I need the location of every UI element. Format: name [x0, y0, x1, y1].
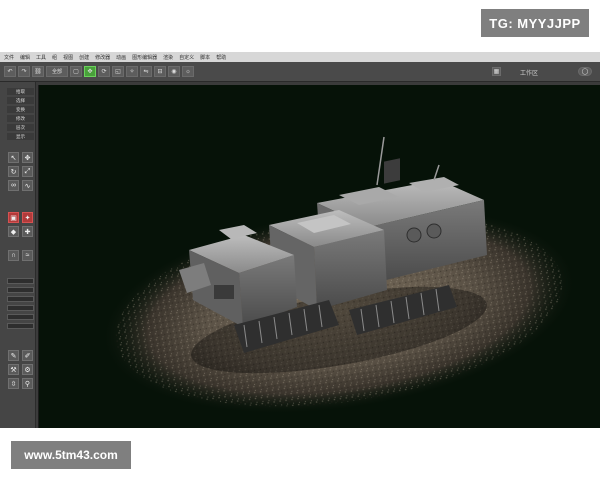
render-icon[interactable]: ☼ — [182, 66, 194, 77]
menu-item-tools[interactable]: 工具 — [36, 54, 46, 61]
perspective-viewport[interactable] — [38, 85, 600, 428]
param-field[interactable] — [7, 287, 34, 293]
panel-label-display[interactable]: 显示 — [7, 133, 34, 140]
param-field[interactable] — [7, 314, 34, 320]
viewport-layout-icon[interactable]: ▦ — [492, 67, 501, 76]
account-icon[interactable]: ◯ — [578, 67, 592, 76]
menu-item-rendering[interactable]: 渲染 — [163, 54, 173, 61]
modeling-app-window: 文件 编辑 工具 组 视图 创建 修改器 动画 图形编辑器 渲染 自定义 脚本 … — [0, 52, 600, 428]
camera-icon[interactable]: ▣ — [8, 212, 19, 223]
select-icon[interactable]: ↖ — [8, 152, 19, 163]
curve-icon[interactable]: ∿ — [22, 180, 33, 191]
scale-icon[interactable]: ◱ — [112, 66, 124, 77]
scale-icon[interactable]: ⤢ — [22, 166, 33, 177]
watermark-site: www.5tm43.com — [11, 441, 131, 469]
rotate-icon[interactable]: ⟳ — [98, 66, 110, 77]
helper-icon[interactable]: ✚ — [22, 226, 33, 237]
menu-bar: 文件 编辑 工具 组 视图 创建 修改器 动画 图形编辑器 渲染 自定义 脚本 … — [0, 52, 600, 62]
tank-model-render — [100, 136, 578, 415]
param-field[interactable] — [7, 296, 34, 302]
space-warp-icon[interactable]: ≈ — [22, 250, 33, 261]
param-field[interactable] — [7, 278, 34, 284]
link-icon[interactable]: ∞ — [8, 180, 19, 191]
paint-icon[interactable]: ✐ — [22, 350, 33, 361]
menu-item-create[interactable]: 创建 — [79, 54, 89, 61]
undo-icon[interactable]: ↶ — [4, 66, 16, 77]
link-icon[interactable]: ⛓ — [32, 66, 44, 77]
align-icon[interactable]: ⊟ — [154, 66, 166, 77]
scroll-icon[interactable]: ⇳ — [8, 378, 19, 389]
menu-item-modifiers[interactable]: 修改器 — [95, 54, 110, 61]
menu-item-group[interactable]: 组 — [52, 54, 57, 61]
left-command-panel: 拾取 选择 变换 修改 层次 显示 ↖ ✥ ↻ ⤢ ∞ ∿ ▣ ✦ ◆ ✚ ∩ … — [0, 82, 36, 428]
shape-icon[interactable]: ◆ — [8, 226, 19, 237]
menu-item-graph-editors[interactable]: 图形编辑器 — [132, 54, 157, 61]
mirror-icon[interactable]: ⇋ — [140, 66, 152, 77]
workspace-label[interactable]: 工作区 — [520, 67, 538, 77]
brush-icon[interactable]: ✎ — [8, 350, 19, 361]
watermark-tag: TG: MYYJJPP — [481, 9, 589, 37]
redo-icon[interactable]: ↷ — [18, 66, 30, 77]
selection-filter-dropdown[interactable]: 全部 — [46, 66, 68, 77]
rotate-icon[interactable]: ↻ — [8, 166, 19, 177]
panel-label-select[interactable]: 选择 — [7, 97, 34, 104]
panel-label-pick[interactable]: 拾取 — [7, 88, 34, 95]
menu-item-file[interactable]: 文件 — [4, 54, 14, 61]
menu-item-edit[interactable]: 编辑 — [20, 54, 30, 61]
menu-item-animation[interactable]: 动画 — [116, 54, 126, 61]
panel-label-hierarchy[interactable]: 层次 — [7, 124, 34, 131]
main-toolbar: ↶ ↷ ⛓ 全部 ▢ ✥ ⟳ ◱ ✧ ⇋ ⊟ ◉ ☼ 工作区 ▦ ◯ — [0, 62, 600, 82]
menu-item-customize[interactable]: 自定义 — [179, 54, 194, 61]
material-editor-icon[interactable]: ◉ — [168, 66, 180, 77]
light-icon[interactable]: ✦ — [22, 212, 33, 223]
settings-icon[interactable]: ⚙ — [22, 364, 33, 375]
select-move-icon[interactable]: ✥ — [84, 66, 96, 77]
menu-item-scripting[interactable]: 脚本 — [200, 54, 210, 61]
magnet-icon[interactable]: ∩ — [8, 250, 19, 261]
param-field[interactable] — [7, 305, 34, 311]
param-field[interactable] — [7, 323, 34, 329]
pin-icon[interactable]: ⚲ — [22, 378, 33, 389]
panel-label-transform[interactable]: 变换 — [7, 106, 34, 113]
move-icon[interactable]: ✥ — [22, 152, 33, 163]
wrench-icon[interactable]: ⚒ — [8, 364, 19, 375]
menu-item-help[interactable]: 帮助 — [216, 54, 226, 61]
menu-item-view[interactable]: 视图 — [63, 54, 73, 61]
panel-label-modify[interactable]: 修改 — [7, 115, 34, 122]
select-object-icon[interactable]: ▢ — [70, 66, 82, 77]
snap-icon[interactable]: ✧ — [126, 66, 138, 77]
